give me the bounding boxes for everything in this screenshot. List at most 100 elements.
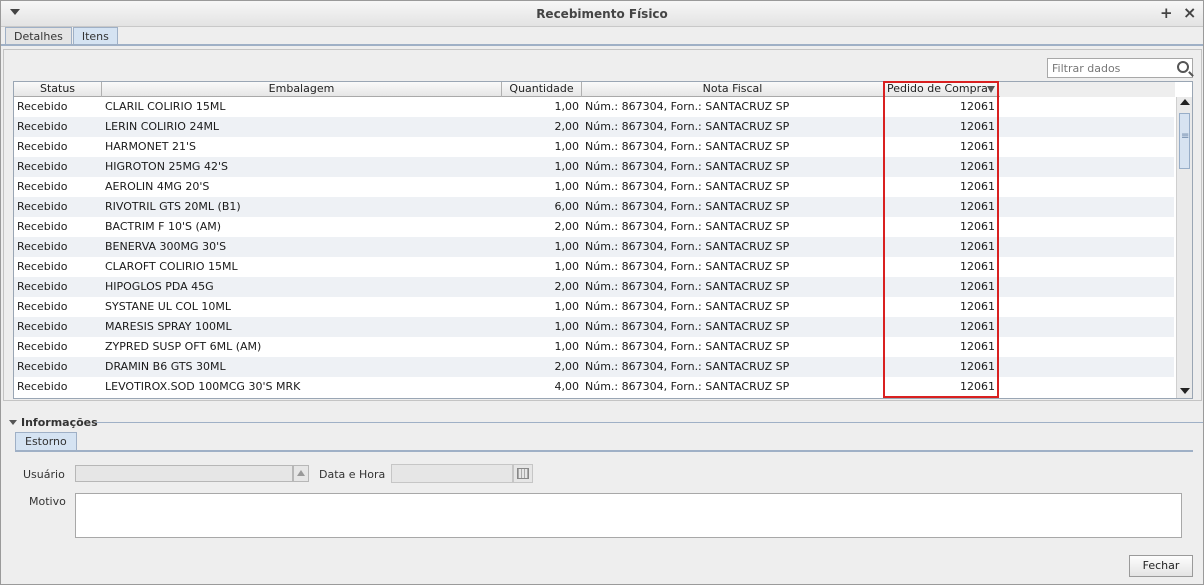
cell-embalagem: BACTRIM F 10'S (AM) [105,220,222,233]
cell-embalagem: RIVOTRIL GTS 20ML (B1) [105,200,241,213]
table-row[interactable]: Recebido CLAROFT COLIRIO 15ML 1,00 Núm.: 86… [14,257,1174,277]
cell-quantidade: 2,00 [554,220,580,233]
table-row[interactable]: Recebido RIVOTRIL GTS 20ML (B1) 6,00 Núm.: … [14,197,1174,217]
cell-embalagem: LERIN COLIRIO 24ML [105,120,220,133]
cell-nota-fiscal: Núm.: 867304, Forn.: SANTACRUZ SP [585,340,790,353]
cell-nota-fiscal: Núm.: 867304, Forn.: SANTACRUZ SP [585,320,790,333]
scroll-thumb[interactable] [1179,113,1190,169]
cell-quantidade: 1,00 [554,240,580,253]
data-hora-field[interactable] [391,464,513,483]
column-header-pedido-de-compra[interactable]: Pedido de Compra [884,82,998,97]
table-row[interactable]: Recebido DRAMIN B6 GTS 30ML 2,00 Núm.: 8673… [14,357,1174,377]
cell-quantidade: 1,00 [554,320,580,333]
cell-quantidade: 4,00 [554,380,580,393]
cell-status: Recebido [17,360,68,373]
scroll-up-icon[interactable] [1180,99,1190,105]
table-row[interactable]: Recebido LERIN COLIRIO 24ML 2,00 Núm.: 8673… [14,117,1174,137]
cell-embalagem: CLAROFT COLIRIO 15ML [105,260,238,273]
column-header-status[interactable]: Status [14,82,102,97]
scroll-down-icon[interactable] [1180,388,1190,394]
cell-nota-fiscal: Núm.: 867304, Forn.: SANTACRUZ SP [585,300,790,313]
cell-embalagem: HARMONET 21'S [105,140,196,153]
search-icon[interactable] [1177,61,1189,73]
items-table: Status Embalagem Quantidade Nota Fiscal … [13,81,1193,399]
table-row[interactable]: Recebido AEROLIN 4MG 20'S 1,00 Núm.: 867304… [14,177,1174,197]
cell-pedido-de-compra: 12061 [960,300,995,313]
cell-pedido-de-compra: 12061 [960,320,995,333]
cell-status: Recebido [17,120,68,133]
window: Recebimento Físico + × Detalhes Itens St… [0,0,1204,585]
vertical-scrollbar[interactable] [1176,97,1192,398]
usuario-dropdown-button[interactable] [293,465,309,482]
table-row[interactable]: Recebido CLARIL COLIRIO 15ML 1,00 Núm.: 867… [14,97,1174,117]
column-header-quantidade[interactable]: Quantidade [502,82,582,97]
table-body: Recebido CLARIL COLIRIO 15ML 1,00 Núm.: 867… [14,97,1174,397]
calendar-button[interactable] [513,464,533,483]
cell-pedido-de-compra: 12061 [960,340,995,353]
cell-nota-fiscal: Núm.: 867304, Forn.: SANTACRUZ SP [585,260,790,273]
cell-quantidade: 2,00 [554,280,580,293]
column-header-embalagem[interactable]: Embalagem [102,82,502,97]
cell-embalagem: ZYPRED SUSP OFT 6ML (AM) [105,340,262,353]
estorno-tab-divider [15,450,1193,452]
table-row[interactable]: Recebido BACTRIM F 10'S (AM) 2,00 Núm.: 867… [14,217,1174,237]
filter-input[interactable] [1048,59,1168,77]
column-header-nota-fiscal[interactable]: Nota Fiscal [582,82,884,97]
cell-nota-fiscal: Núm.: 867304, Forn.: SANTACRUZ SP [585,160,790,173]
cell-nota-fiscal: Núm.: 867304, Forn.: SANTACRUZ SP [585,180,790,193]
cell-embalagem: DRAMIN B6 GTS 30ML [105,360,226,373]
table-row[interactable]: Recebido HIPOGLOS PDA 45G 2,00 Núm.: 867304… [14,277,1174,297]
table-row[interactable]: Recebido MARESIS SPRAY 100ML 1,00 Núm.: 867… [14,317,1174,337]
cell-status: Recebido [17,340,68,353]
usuario-field[interactable] [75,465,293,482]
info-divider [96,422,1203,423]
data-hora-label: Data e Hora [319,468,386,481]
cell-status: Recebido [17,380,68,393]
table-row[interactable]: Recebido ZYPRED SUSP OFT 6ML (AM) 1,00 Núm.… [14,337,1174,357]
cell-nota-fiscal: Núm.: 867304, Forn.: SANTACRUZ SP [585,220,790,233]
cell-status: Recebido [17,240,68,253]
info-section-header[interactable]: Informações [9,416,98,429]
tabs-divider [1,44,1203,46]
tab-bar: Detalhes Itens [5,27,119,45]
close-icon[interactable]: × [1183,3,1196,22]
tab-detalhes[interactable]: Detalhes [5,27,72,45]
cell-status: Recebido [17,300,68,313]
fechar-button[interactable]: Fechar [1129,555,1193,577]
window-title: Recebimento Físico [536,7,668,21]
cell-status: Recebido [17,260,68,273]
cell-nota-fiscal: Núm.: 867304, Forn.: SANTACRUZ SP [585,120,790,133]
cell-status: Recebido [17,320,68,333]
motivo-textarea[interactable] [75,493,1182,538]
cell-nota-fiscal: Núm.: 867304, Forn.: SANTACRUZ SP [585,280,790,293]
cell-pedido-de-compra: 12061 [960,100,995,113]
table-row[interactable]: Recebido LEVOTIROX.SOD 100MCG 30'S MRK 4,0… [14,377,1174,397]
table-row[interactable]: Recebido BENERVA 300MG 30'S 1,00 Núm.: 8673… [14,237,1174,257]
table-row[interactable]: Recebido SYSTANE UL COL 10ML 1,00 Núm.: 867… [14,297,1174,317]
cell-pedido-de-compra: 12061 [960,260,995,273]
filter-box[interactable] [1047,58,1193,78]
cell-pedido-de-compra: 12061 [960,140,995,153]
motivo-label: Motivo [29,495,66,508]
tab-estorno[interactable]: Estorno [15,432,77,451]
cell-embalagem: AEROLIN 4MG 20'S [105,180,210,193]
collapse-icon[interactable] [9,420,17,425]
cell-status: Recebido [17,280,68,293]
table-row[interactable]: Recebido HARMONET 21'S 1,00 Núm.: 867304, F… [14,137,1174,157]
table-row[interactable]: Recebido HIGROTON 25MG 42'S 1,00 Núm.: 8673… [14,157,1174,177]
cell-quantidade: 1,00 [554,160,580,173]
title-bar: Recebimento Físico + × [1,1,1203,27]
cell-status: Recebido [17,100,68,113]
cell-embalagem: HIGROTON 25MG 42'S [105,160,228,173]
tab-itens[interactable]: Itens [72,27,118,45]
maximize-icon[interactable]: + [1160,4,1173,22]
cell-nota-fiscal: Núm.: 867304, Forn.: SANTACRUZ SP [585,360,790,373]
sort-descending-icon [987,86,995,93]
cell-status: Recebido [17,220,68,233]
cell-quantidade: 1,00 [554,100,580,113]
cell-quantidade: 2,00 [554,360,580,373]
cell-nota-fiscal: Núm.: 867304, Forn.: SANTACRUZ SP [585,100,790,113]
cell-embalagem: HIPOGLOS PDA 45G [105,280,214,293]
cell-nota-fiscal: Núm.: 867304, Forn.: SANTACRUZ SP [585,240,790,253]
cell-quantidade: 2,00 [554,120,580,133]
